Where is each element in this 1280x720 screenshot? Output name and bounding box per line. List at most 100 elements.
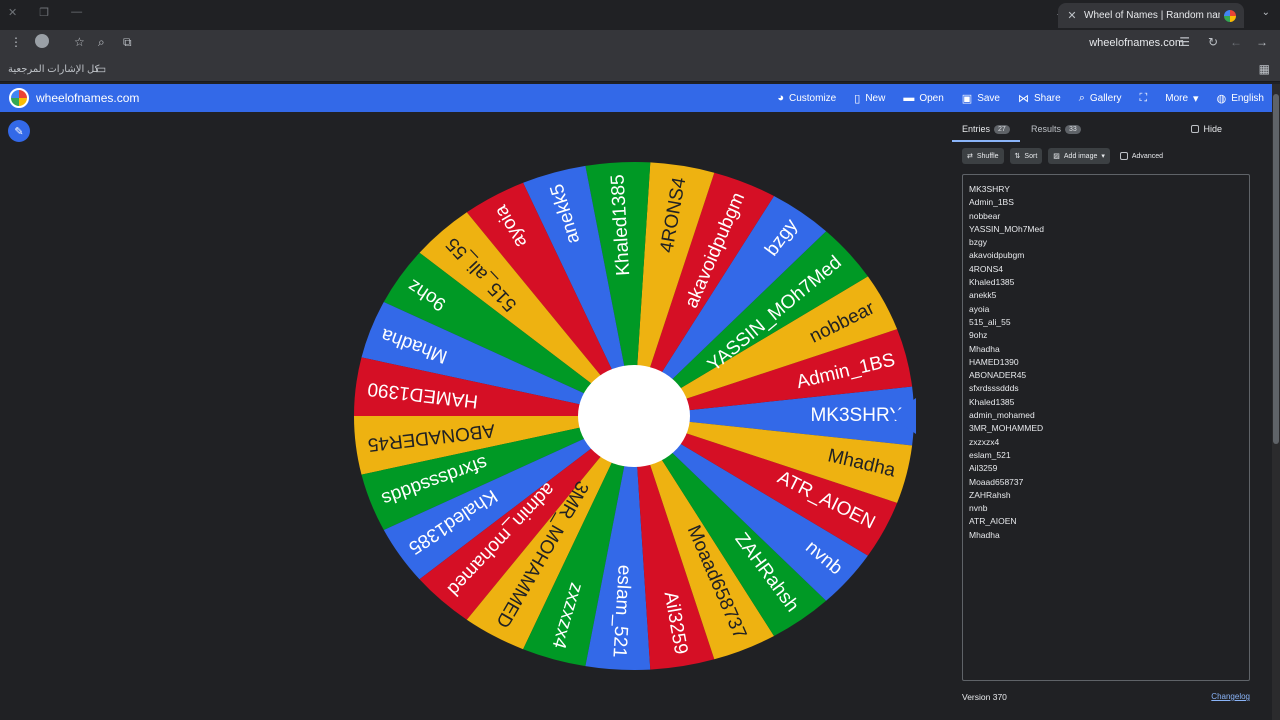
entry-line[interactable]: Moaad658737 [969,476,1243,489]
entry-line[interactable]: 4RONS4 [969,263,1243,276]
wheel-segment-label: MK3SHRY [810,405,902,426]
entries-count-badge: 27 [994,124,1010,134]
fullscreen-icon: ⛶ [1139,91,1148,104]
gallery-button[interactable]: ⌕ Gallery [1079,92,1122,105]
entry-line[interactable]: ZAHRahsh [969,489,1243,502]
profile-avatar[interactable] [35,34,49,48]
tab-search-icon[interactable]: ⌄ [1262,7,1270,18]
results-count-badge: 33 [1065,124,1081,134]
entries-textarea[interactable]: MK3SHRY Admin_1BS nobbear YASSIN_MOh7Med bzg… [962,174,1250,681]
entry-line[interactable]: admin_mohamed [969,409,1243,422]
folder-icon: ▭ [95,62,107,76]
customize-button[interactable]: ◕ Customize [777,92,836,104]
wheel-of-names[interactable]: MK3SHRYAdmin_1BSnobbearYASSIN_MOh7Medbzg… [350,160,916,673]
entry-line[interactable]: Mhadha [969,343,1243,356]
shuffle-icon: ⇄ [967,153,973,160]
active-tab-indicator [952,140,1020,142]
back-icon[interactable]: → [1256,35,1268,49]
kebab-menu-icon[interactable]: ⋮ [10,35,22,49]
tab-results[interactable]: Results 33 [1031,124,1081,134]
close-tab-icon[interactable]: ✕ [1066,9,1078,22]
reload-icon[interactable]: ↻ [1208,35,1218,49]
close-window-icon[interactable]: ✕ [8,6,17,19]
entry-line[interactable]: anekk5 [969,289,1243,302]
sort-icon: ⇅ [1014,153,1021,160]
entry-line[interactable]: sfxrdsssddds [969,382,1243,395]
version-label: Version 370 [962,692,1007,702]
entry-line[interactable]: nobbear [969,210,1243,223]
entry-line[interactable]: Khaled1385 [969,396,1243,409]
browser-tabstrip: ✕ ❐ — + ✕ Wheel of Names | Random nam ⌄ [0,0,1280,30]
changelog-link[interactable]: Changelog [1211,692,1250,701]
browser-tab[interactable]: ✕ Wheel of Names | Random nam [1058,3,1244,28]
language-button[interactable]: ◍ English [1217,92,1264,105]
entry-line[interactable]: eslam_521 [969,449,1243,462]
all-bookmarks-label[interactable]: كل الإشارات المرجعية [8,64,99,75]
advanced-checkbox[interactable]: Advanced [1119,148,1163,164]
sort-button[interactable]: ⇅ Sort [1009,148,1043,164]
page-scrollbar[interactable] [1272,84,1280,720]
entries-panel: Entries 27 Results 33 Hide ⇄ Shuffle ⇅ Sor… [952,118,1264,713]
entry-line[interactable]: YASSIN_MOh7Med [969,223,1243,236]
checkbox-icon [1119,152,1128,160]
entry-line[interactable]: Admin_1BS [969,196,1243,209]
share-button[interactable]: ⋈ Share [1018,92,1061,105]
shuffle-button[interactable]: ⇄ Shuffle [962,148,1004,164]
header-menu: ◕ Customize ▯ New ▬ Open ▣ Save ⋈ Share ⌕ Gall… [777,84,1264,112]
chevron-down-icon: ▾ [1193,92,1199,105]
restore-window-icon[interactable]: ❐ [39,6,49,19]
entry-line[interactable]: ayoia [969,303,1243,316]
bookmark-star-icon[interactable]: ☆ [74,35,85,49]
wheel-logo-icon[interactable] [9,88,29,108]
more-button[interactable]: More ▾ [1165,92,1198,105]
minimize-window-icon[interactable]: — [71,6,82,19]
forward-icon[interactable]: ← [1230,35,1242,49]
site-settings-icon[interactable]: ☰ [1179,35,1190,49]
save-button[interactable]: ▣ Save [962,92,1000,105]
edit-pencil-button[interactable]: ✎ [8,120,30,142]
hide-checkbox[interactable]: Hide [1191,124,1222,134]
share-icon: ⋈ [1018,92,1029,105]
entry-line[interactable]: Ail3259 [969,462,1243,475]
entry-line[interactable]: 3MR_MOHAMMED [969,422,1243,435]
panel-tabs: Entries 27 Results 33 Hide [952,118,1264,142]
browser-toolbar: ⋮ ☆ ⌕ ⧉ wheelofnames.com ☰ ↻ ← → [0,30,1280,58]
add-image-button[interactable]: ▨ Add image ▾ [1048,148,1110,164]
tab-entries[interactable]: Entries 27 [962,124,1010,134]
entry-line[interactable]: akavoidpubgm [969,249,1243,262]
address-bar[interactable]: wheelofnames.com [1089,37,1184,49]
apps-grid-icon[interactable]: ▦ [1259,62,1270,76]
app-header: wheelofnames.com ◕ Customize ▯ New ▬ Open ▣… [0,84,1272,112]
fullscreen-button[interactable]: ⛶ [1140,92,1148,105]
checkbox-icon [1191,125,1200,133]
install-app-icon[interactable]: ⧉ [123,35,132,50]
palette-icon: ◕ [777,92,784,104]
site-name[interactable]: wheelofnames.com [36,91,139,105]
zoom-icon[interactable]: ⌕ [98,35,105,50]
entries-controls: ⇄ Shuffle ⇅ Sort ▨ Add image ▾ Advanced [962,148,1163,164]
entry-line[interactable]: bzgy [969,236,1243,249]
search-icon: ⌕ [1078,91,1085,104]
globe-icon: ◍ [1216,92,1227,105]
entry-line[interactable]: ABONADER45 [969,369,1243,382]
new-button[interactable]: ▯ New [854,92,885,105]
entry-line[interactable]: nvnb [969,502,1243,515]
open-button[interactable]: ▬ Open [903,92,943,104]
entry-line[interactable]: 9ohz [969,329,1243,342]
entry-line[interactable]: zxzxzx4 [969,436,1243,449]
tab-favicon-icon [1224,9,1236,22]
entry-line[interactable]: MK3SHRY [969,183,1243,196]
image-icon: ▨ [1053,153,1060,160]
wheel-center-hub[interactable] [578,365,690,467]
tab-title: Wheel of Names | Random nam [1084,10,1220,21]
entry-line[interactable]: Mhadha [969,529,1243,542]
entry-line[interactable]: HAMED1390 [969,356,1243,369]
scrollbar-thumb[interactable] [1273,94,1279,444]
file-icon: ▯ [854,92,861,105]
chevron-down-icon: ▾ [1101,153,1105,160]
entry-line[interactable]: 515_ali_55 [969,316,1243,329]
bookmarks-bar: كل الإشارات المرجعية ▭ ▦ [0,58,1280,82]
folder-icon: ▬ [903,92,915,104]
entry-line[interactable]: Khaled1385 [969,276,1243,289]
entry-line[interactable]: ATR_AIOEN [969,515,1243,528]
